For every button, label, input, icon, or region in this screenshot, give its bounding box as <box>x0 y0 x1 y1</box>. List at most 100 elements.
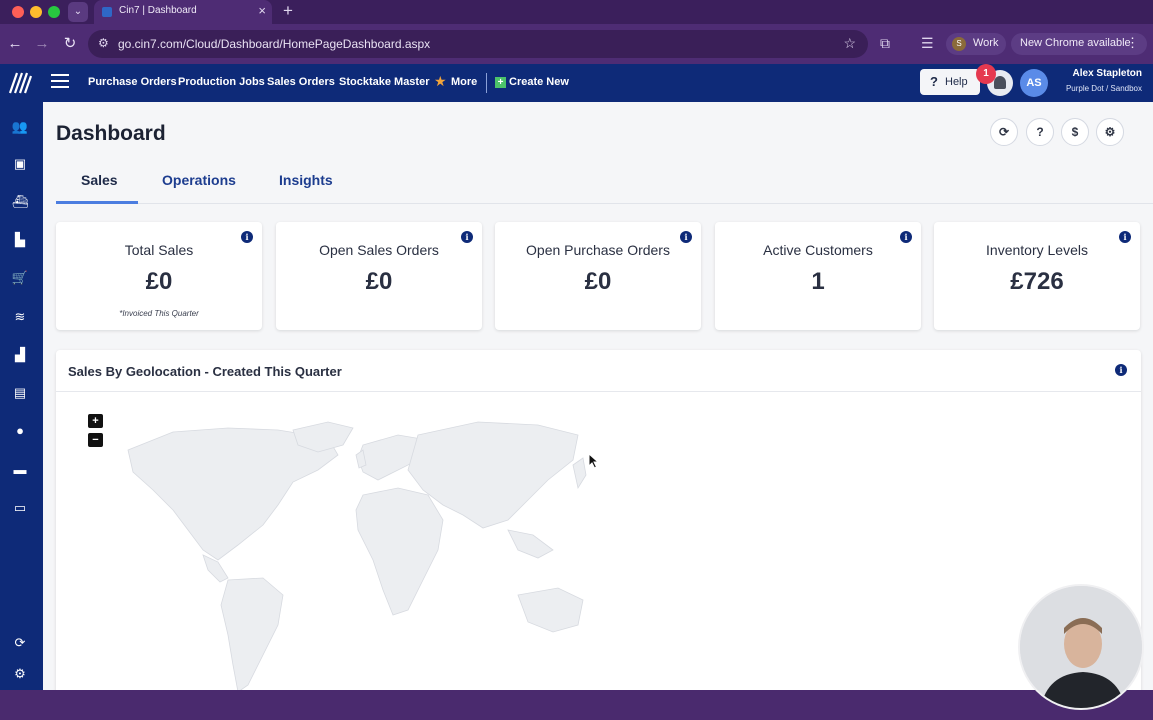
kpi-title: Open Sales Orders <box>319 242 439 258</box>
kpi-note: *Invoiced This Quarter <box>119 309 199 318</box>
browser-tabbar: ⌄ Cin7 | Dashboard × + <box>0 0 1153 24</box>
bookmark-star-icon[interactable]: ☆ <box>843 35 856 52</box>
notification-badge: 1 <box>976 64 996 84</box>
sync-icon[interactable]: ⟳ <box>11 634 29 652</box>
star-icon: ★ <box>434 73 447 89</box>
nav-sales-orders[interactable]: Sales Orders <box>267 76 335 88</box>
profile-label: Work <box>973 37 999 49</box>
site-settings-icon[interactable]: ⚙ <box>98 36 109 50</box>
cart-icon[interactable]: 🛒 <box>11 269 29 287</box>
kpi-title: Inventory Levels <box>986 242 1088 258</box>
kpi-value: £0 <box>365 268 393 295</box>
browser-tab[interactable]: Cin7 | Dashboard × <box>94 0 272 24</box>
kpi-card-open-purchase-orders: i Open Purchase Orders £0 <box>495 222 701 330</box>
back-arrow-icon[interactable]: ← <box>4 33 26 55</box>
south-america-shape <box>220 577 284 690</box>
kpi-value: 1 <box>811 268 825 295</box>
kpi-value: £0 <box>584 268 612 295</box>
nav-stocktake-master[interactable]: Stocktake Master <box>339 76 430 88</box>
sidebar: 👥 ▣ ⛴ ▙ 🛒 ≋ ▟ ▤ ● ▬ ▭ ⟳ ⚙ <box>0 102 43 690</box>
tab-sales[interactable]: Sales <box>81 172 118 188</box>
kpi-card-total-sales: i Total Sales £0 *Invoiced This Quarter <box>56 222 262 330</box>
info-icon[interactable]: i <box>1115 364 1127 376</box>
nav-purchase-orders[interactable]: Purchase Orders <box>88 76 177 88</box>
kpi-title: Open Purchase Orders <box>526 242 670 258</box>
mouse-cursor-icon <box>588 453 600 469</box>
page-title: Dashboard <box>56 122 166 145</box>
nav-divider <box>486 73 487 93</box>
refresh-icon[interactable]: ⟳ <box>990 118 1018 146</box>
help-button[interactable]: ? Help <box>920 69 980 95</box>
cin7-favicon-icon <box>102 7 112 17</box>
extensions-puzzle-icon[interactable]: ⧉ <box>880 35 890 52</box>
ship-icon[interactable]: ⛴ <box>11 193 29 211</box>
hamburger-menu-icon[interactable] <box>51 74 69 90</box>
maximize-window-button[interactable] <box>48 6 60 18</box>
profile-button[interactable]: S Work <box>946 33 1006 55</box>
cin7-logo-icon[interactable] <box>7 71 33 95</box>
nav-more[interactable]: More <box>451 76 477 88</box>
map-panel-header: Sales By Geolocation - Created This Quar… <box>56 350 1141 392</box>
chrome-menu-icon[interactable]: ⋮ <box>1126 35 1139 51</box>
settings-gear-icon[interactable]: ⚙ <box>1096 118 1124 146</box>
warehouse-icon[interactable]: ▟ <box>11 346 29 364</box>
user-name[interactable]: Alex Stapleton <box>1073 68 1142 79</box>
australia-shape <box>517 587 584 633</box>
browser-tab-title: Cin7 | Dashboard <box>119 5 197 16</box>
kpi-card-inventory-levels: i Inventory Levels £726 <box>934 222 1140 330</box>
tab-close-icon[interactable]: × <box>258 3 266 18</box>
kpi-card-active-customers: i Active Customers 1 <box>715 222 921 330</box>
sales-geolocation-panel: Sales By Geolocation - Created This Quar… <box>56 350 1141 690</box>
address-bar[interactable]: ⚙ go.cin7.com/Cloud/Dashboard/HomePageDa… <box>88 30 868 58</box>
settings-icon[interactable]: ⚙ <box>11 665 29 683</box>
user-org[interactable]: Purple Dot / Sandbox <box>1066 84 1142 93</box>
active-tab-indicator <box>56 201 138 204</box>
new-tab-plus-icon[interactable]: + <box>283 1 293 21</box>
nav-production-jobs[interactable]: Production Jobs <box>178 76 265 88</box>
central-america-shape <box>202 554 229 583</box>
minimize-window-button[interactable] <box>30 6 42 18</box>
kpi-value: £0 <box>145 268 173 295</box>
kpi-title: Total Sales <box>124 242 194 258</box>
help-circle-icon[interactable]: ? <box>1026 118 1054 146</box>
reload-icon[interactable]: ↻ <box>59 33 81 55</box>
address-url[interactable]: go.cin7.com/Cloud/Dashboard/HomePageDash… <box>118 37 430 51</box>
main-content: Dashboard ⟳ ? $ ⚙ Sales Operations Insig… <box>43 102 1153 690</box>
forward-arrow-icon[interactable]: → <box>31 33 53 55</box>
bell-icon <box>994 76 1006 89</box>
close-window-button[interactable] <box>12 6 24 18</box>
box-icon[interactable]: ▣ <box>11 155 29 173</box>
tab-search-chevron-icon[interactable]: ⌄ <box>68 2 88 22</box>
chrome-update-label: New Chrome available <box>1020 37 1131 49</box>
reading-list-icon[interactable]: ☰ <box>921 35 934 52</box>
map-title: Sales By Geolocation - Created This Quar… <box>68 364 342 379</box>
store-icon[interactable]: ▭ <box>11 499 29 517</box>
dollar-icon[interactable]: $ <box>1061 118 1089 146</box>
africa-shape <box>355 487 444 616</box>
presenter-video-image <box>1020 586 1142 708</box>
kpi-card-open-sales-orders: i Open Sales Orders £0 <box>276 222 482 330</box>
tab-operations[interactable]: Operations <box>162 172 236 188</box>
database-icon[interactable]: ≋ <box>11 308 29 326</box>
chrome-update-button[interactable]: New Chrome available ⋮ <box>1011 33 1147 55</box>
plus-square-icon: + <box>495 77 506 88</box>
piggy-bank-icon[interactable]: ● <box>11 422 29 440</box>
bar-chart-icon[interactable]: ▤ <box>11 384 29 402</box>
factory-icon[interactable]: ▙ <box>11 231 29 249</box>
people-icon[interactable]: 👥 <box>11 118 29 136</box>
kpi-value: £726 <box>1010 268 1064 295</box>
profile-avatar: S <box>952 37 966 51</box>
southeast-asia-shape <box>507 529 554 559</box>
world-map[interactable] <box>78 410 598 690</box>
create-new-button[interactable]: Create New <box>509 76 569 88</box>
help-label: Help <box>945 76 968 88</box>
browser-toolbar: ← → ↻ ⚙ go.cin7.com/Cloud/Dashboard/Home… <box>0 24 1153 64</box>
question-icon: ? <box>930 74 938 89</box>
japan-shape <box>572 457 587 490</box>
user-avatar[interactable]: AS <box>1020 69 1048 97</box>
bottom-strip <box>0 690 1153 720</box>
app-top-nav: Purchase Orders Production Jobs Sales Or… <box>0 64 1153 102</box>
briefcase-icon[interactable]: ▬ <box>11 461 29 479</box>
webcam-overlay <box>1018 584 1144 710</box>
tab-insights[interactable]: Insights <box>279 172 333 188</box>
